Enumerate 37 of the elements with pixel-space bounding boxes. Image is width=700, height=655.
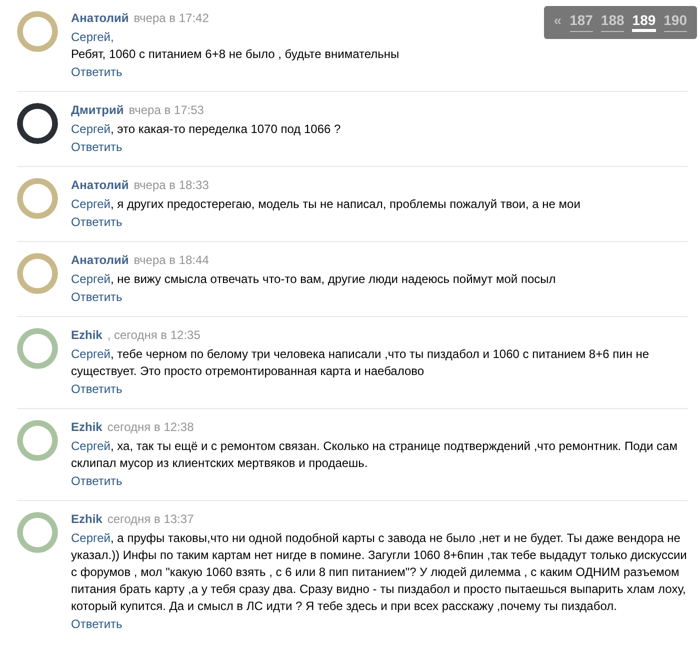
author-name[interactable]: Анатолий xyxy=(71,10,129,26)
mention-link[interactable]: Сергей xyxy=(71,272,111,286)
mention-link[interactable]: Сергей xyxy=(71,531,111,545)
reply-link[interactable]: Ответить xyxy=(71,617,122,632)
mention-link[interactable]: Сергей xyxy=(71,439,111,453)
comment-time: , сегодня в 12:35 xyxy=(107,327,200,343)
comment-text: Сергей, ха, так ты ещё и с ремонтом связан. Сколько на странице подтверждений ,что ремонтник. Поди сам склипал мусор из клиентских мертвяков и продаешь. xyxy=(71,438,678,472)
comment-time: вчера в 17:53 xyxy=(128,102,204,118)
avatar-icon[interactable] xyxy=(17,103,58,144)
reply-link[interactable]: Ответить xyxy=(71,140,122,155)
mention-link[interactable]: Сергей xyxy=(71,122,111,136)
page-link[interactable]: 189 xyxy=(632,12,656,32)
comment-text: Сергей, а пруфы таковы,что ни одной подобной карты с завода не было ,нет и не будет. Ты даже вендора не указал.)) Инфы по таким картам нет нигде в помине. Загугли 1060 8+6пин ,так тебе выдадут только дискуссии с форумов , мол "какую 1060 взять , с 6 или 8 пип питанием"? У людей дилемма , с каким ОДНИМ разъемом питания брать карту ,а у тебя сразу два. Сразу видно - ты пиздабол и просто пытаешься выпарить хлам лоху, который купится. Да и смысл в ЛС идти ? Я тебе здесь и при всех расскажу ,почему ты пиздабол. xyxy=(71,530,688,615)
comment-time: сегодня в 12:38 xyxy=(107,419,194,435)
comment-text: Сергей, я других предостерегаю, модель ты не написал, проблемы пожалуй твои, а не мои xyxy=(71,196,582,213)
reply-link[interactable]: Ответить xyxy=(71,65,122,80)
comment-text: Сергей, не вижу смысла отвечать что-то вам, другие люди надеюсь поймут мой посыл xyxy=(71,271,557,288)
author-name[interactable]: Ezhik xyxy=(71,511,102,527)
comment-time: вчера в 18:33 xyxy=(134,177,209,193)
comment-time: сегодня в 13:37 xyxy=(107,511,194,527)
comment-text: Сергей, тебе черном по белому три человека написали ,что ты пиздабол и 1060 с питанием 8+6 пин не существует. Это просто отремонтированная карта и наебалово xyxy=(71,346,650,380)
mention-link[interactable]: Сергей xyxy=(71,347,111,361)
reply-link[interactable]: Ответить xyxy=(71,474,122,489)
comment-time: вчера в 17:42 xyxy=(134,10,209,26)
mention-link[interactable]: Сергей, xyxy=(71,30,114,44)
author-name[interactable]: Анатолий xyxy=(71,177,129,193)
author-name[interactable]: Анатолий xyxy=(71,252,129,268)
comment-time: вчера в 18:44 xyxy=(134,252,209,268)
reply-link[interactable]: Ответить xyxy=(71,382,122,397)
author-name[interactable]: Ezhik xyxy=(71,419,102,435)
comment-text: Сергей, это какая-то переделка 1070 под 1066 ? xyxy=(71,121,342,138)
mention-link[interactable]: Сергей xyxy=(71,197,111,211)
comment-text: Сергей, Ребят, 1060 с питанием 6+8 не было , будьте внимательны xyxy=(71,29,400,63)
author-name[interactable]: Дмитрий xyxy=(71,102,124,118)
reply-link[interactable]: Ответить xyxy=(71,215,122,230)
reply-link[interactable]: Ответить xyxy=(71,290,122,305)
author-name[interactable]: Ezhik xyxy=(71,327,102,343)
